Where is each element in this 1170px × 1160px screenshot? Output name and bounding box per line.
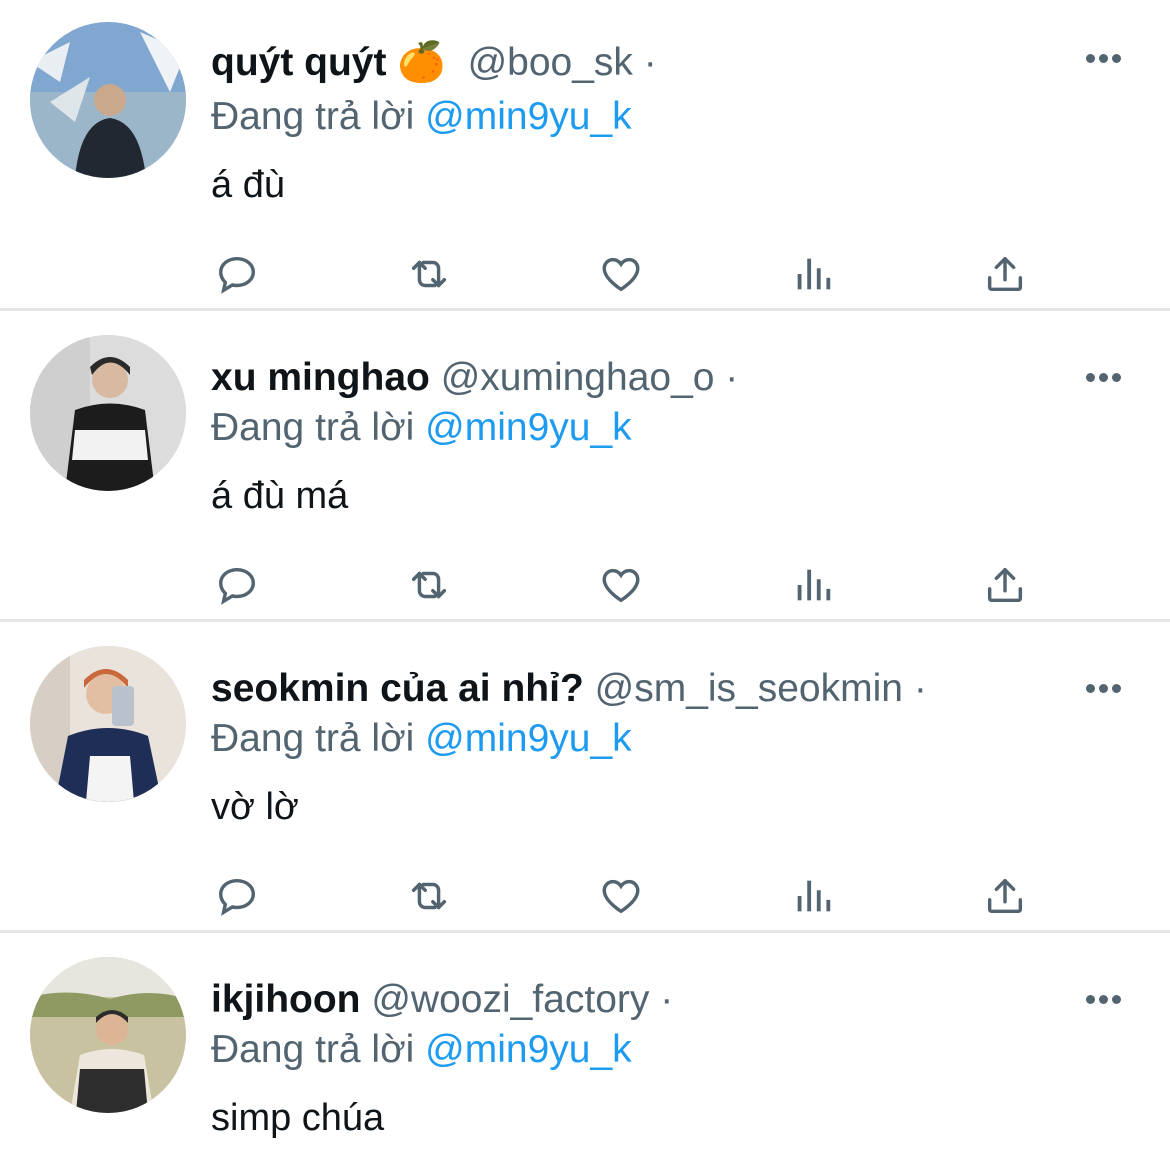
display-name[interactable]: quýt quýt: [211, 41, 386, 84]
user-handle[interactable]: @xuminghao_o: [441, 356, 715, 399]
analytics-icon[interactable]: [789, 250, 837, 298]
reply-prefix: Đang trả lời: [211, 717, 415, 760]
tweet-text: vờ lờ: [211, 786, 299, 828]
user-handle[interactable]: @sm_is_seokmin: [595, 667, 903, 710]
action-bar: [211, 872, 1041, 920]
share-icon[interactable]: [981, 250, 1029, 298]
separator-dot: ·: [643, 41, 657, 84]
reply-mention[interactable]: @min9yu_k: [425, 95, 632, 138]
tweet-text: simp chúa: [211, 1097, 385, 1139]
reply-mention[interactable]: @min9yu_k: [425, 1028, 632, 1071]
more-options-icon[interactable]: [1086, 369, 1126, 382]
user-handle[interactable]: @woozi_factory: [371, 978, 649, 1021]
avatar-photo: [30, 646, 186, 802]
share-icon[interactable]: [981, 561, 1029, 609]
reply-mention[interactable]: @min9yu_k: [425, 717, 632, 760]
tweet[interactable]: seokmin của ai nhỉ? @sm_is_seokmin · Đan…: [0, 622, 1170, 933]
analytics-icon[interactable]: [789, 561, 837, 609]
tweet-text: á đù má: [211, 475, 349, 517]
retweet-icon[interactable]: [405, 561, 453, 609]
more-options-icon[interactable]: [1086, 991, 1126, 1004]
avatar[interactable]: [30, 957, 186, 1113]
reply-icon[interactable]: [213, 872, 261, 920]
reply-context: Đang trả lời @min9yu_k: [211, 94, 632, 140]
tweet[interactable]: xu minghao @xuminghao_o · Đang trả lời @…: [0, 311, 1170, 622]
reply-prefix: Đang trả lời: [211, 95, 415, 138]
share-icon[interactable]: [981, 872, 1029, 920]
reply-prefix: Đang trả lời: [211, 1028, 415, 1071]
display-name[interactable]: ikjihoon: [211, 978, 361, 1021]
more-options-icon[interactable]: [1086, 50, 1126, 63]
avatar-photo: [30, 957, 186, 1113]
reply-context: Đang trả lời @min9yu_k: [211, 716, 632, 762]
retweet-icon[interactable]: [405, 250, 453, 298]
display-name[interactable]: xu minghao: [211, 356, 430, 399]
avatar[interactable]: [30, 22, 186, 178]
like-icon[interactable]: [597, 561, 645, 609]
reply-icon[interactable]: [213, 250, 261, 298]
retweet-icon[interactable]: [405, 872, 453, 920]
avatar[interactable]: [30, 335, 186, 491]
reply-icon[interactable]: [213, 561, 261, 609]
separator-dot: ·: [913, 667, 927, 710]
avatar-photo: [30, 335, 186, 491]
like-icon[interactable]: [597, 872, 645, 920]
orange-emoji-icon: 🍊: [397, 41, 446, 84]
display-name[interactable]: seokmin của ai nhỉ?: [211, 667, 584, 710]
user-handle[interactable]: @boo_sk: [468, 41, 633, 84]
action-bar: [211, 561, 1041, 609]
avatar[interactable]: [30, 646, 186, 802]
avatar-photo: [30, 22, 186, 178]
more-options-icon[interactable]: [1086, 680, 1126, 693]
tweet[interactable]: quýt quýt 🍊 @boo_sk · Đang trả lời @min9…: [0, 0, 1170, 311]
separator-dot: ·: [660, 978, 674, 1021]
action-bar: [211, 250, 1041, 298]
reply-prefix: Đang trả lời: [211, 406, 415, 449]
reply-context: Đang trả lời @min9yu_k: [211, 1027, 632, 1073]
analytics-icon[interactable]: [789, 872, 837, 920]
tweet-text: á đù: [211, 164, 285, 206]
tweet[interactable]: ikjihoon @woozi_factory · Đang trả lời @…: [0, 933, 1170, 1160]
reply-context: Đang trả lời @min9yu_k: [211, 405, 632, 451]
reply-mention[interactable]: @min9yu_k: [425, 406, 632, 449]
separator-dot: ·: [725, 356, 739, 399]
like-icon[interactable]: [597, 250, 645, 298]
